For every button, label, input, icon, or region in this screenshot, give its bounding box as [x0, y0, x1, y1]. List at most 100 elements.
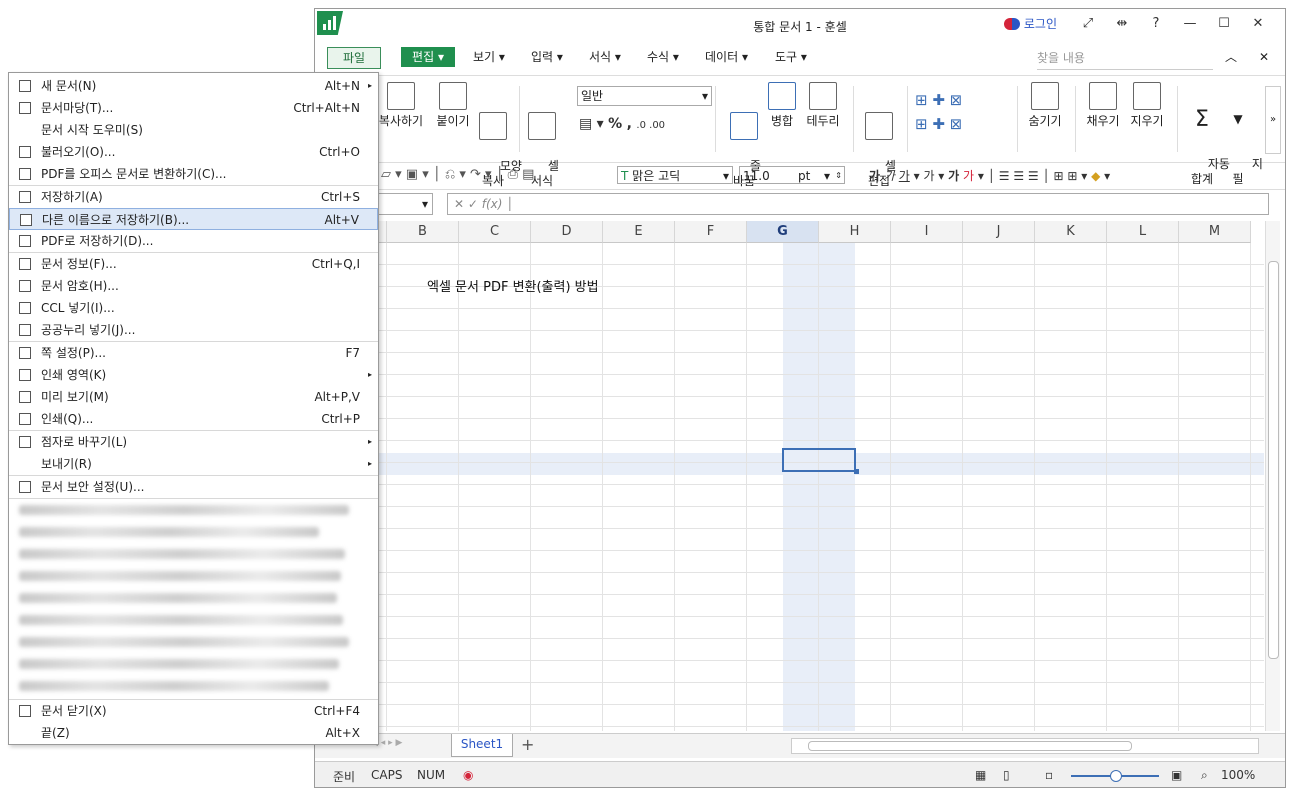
horizontal-scroll-thumb[interactable]	[808, 741, 1132, 751]
ribbon-expand-icon[interactable]: »	[1265, 86, 1281, 154]
resize-arrows-icon[interactable]: ⇹	[1105, 16, 1139, 31]
menu-close-icon[interactable]: ✕	[1259, 47, 1269, 67]
menu-item[interactable]: 문서 암호(H)...	[9, 275, 378, 297]
menu-item[interactable]: 인쇄(Q)... Ctrl+P	[9, 408, 378, 430]
menu-item[interactable]: PDF를 오피스 문서로 변환하기(C)...	[9, 163, 378, 185]
column-header-i[interactable]: I	[891, 221, 963, 243]
recent-file-blurred[interactable]	[19, 593, 337, 603]
border-button[interactable]: 테두리	[801, 82, 845, 129]
column-header-h[interactable]: H	[819, 221, 891, 243]
menu-item[interactable]: 문서 닫기(X) Ctrl+F4	[9, 700, 378, 722]
column-header-m[interactable]: M	[1179, 221, 1251, 243]
close-button[interactable]: ✕	[1241, 16, 1275, 31]
recent-file-blurred[interactable]	[19, 571, 341, 581]
menu-item[interactable]: 쪽 설정(P)... F7	[9, 342, 378, 364]
search-input[interactable]: 찾을 내용	[1037, 47, 1213, 70]
hide-button[interactable]: 숨기기	[1025, 82, 1065, 129]
add-sheet-button[interactable]: +	[521, 735, 534, 754]
normal-view-icon[interactable]: ▦	[975, 768, 986, 782]
menu-item[interactable]: 문서 정보(F)... Ctrl+Q,I	[9, 253, 378, 275]
title-bar: 통합 문서 1 - 훈셀 로그인 ⤢ ⇹ ? — ☐ ✕	[315, 9, 1285, 41]
cell-b3[interactable]: 엑셀 문서 PDF 변환(출력) 방법	[427, 276, 599, 295]
ribbon-collapse-icon[interactable]: ︿	[1225, 47, 1237, 67]
recent-file-blurred[interactable]	[19, 659, 339, 669]
tab-file[interactable]: 파일	[327, 47, 381, 69]
column-header-b[interactable]: B	[387, 221, 459, 243]
menu-item[interactable]: 끝(Z) Alt+X	[9, 722, 378, 744]
recent-file-blurred[interactable]	[19, 505, 349, 515]
column-header-f[interactable]: F	[675, 221, 747, 243]
fill-button[interactable]: 채우기	[1083, 82, 1123, 129]
font-name-select[interactable]: T 맑은 고딕 ▾	[617, 166, 733, 184]
column-header-d[interactable]: D	[531, 221, 603, 243]
menu-item[interactable]: 문서 시작 도우미(S)	[9, 119, 378, 141]
menu-item[interactable]: 불러오기(O)... Ctrl+O	[9, 141, 378, 163]
menu-item[interactable]: 점자로 바꾸기(L) ▸	[9, 431, 378, 453]
tab-formula-label: 수식	[647, 50, 670, 64]
active-cell[interactable]	[782, 448, 856, 472]
formula-input[interactable]: ✕ ✓ f(x) │	[447, 193, 1269, 215]
column-header-j[interactable]: J	[963, 221, 1035, 243]
page-setup-icon	[19, 347, 31, 359]
tab-data[interactable]: 데이터 ▾	[705, 47, 748, 67]
column-header-g[interactable]: G	[747, 221, 819, 243]
tab-tools[interactable]: 도구 ▾	[775, 47, 807, 67]
column-header-c[interactable]: C	[459, 221, 531, 243]
menu-item[interactable]: 공공누리 넣기(J)...	[9, 319, 378, 341]
menu-item[interactable]: 다른 이름으로 저장하기(B)... Alt+V	[9, 208, 378, 230]
recent-file-blurred[interactable]	[19, 681, 329, 691]
tab-insert[interactable]: 입력 ▾	[531, 47, 563, 67]
vertical-scroll-thumb[interactable]	[1268, 261, 1279, 659]
fullscreen-icon[interactable]: ⤢	[1071, 16, 1105, 31]
recent-file-blurred[interactable]	[19, 527, 319, 537]
menu-item[interactable]: 문서 보안 설정(U)...	[9, 476, 378, 498]
clear-button[interactable]: 지우기	[1127, 82, 1167, 129]
fill-handle[interactable]	[854, 469, 859, 474]
insert-delete-tools[interactable]: ⊞ ✚ ⊠ ⊞ ✚ ⊠	[915, 88, 1009, 148]
menu-item[interactable]: 미리 보기(M) Alt+P,V	[9, 386, 378, 408]
minimize-button[interactable]: —	[1173, 16, 1207, 31]
menu-item[interactable]: 인쇄 영역(K) ▸	[9, 364, 378, 386]
vertical-scrollbar[interactable]	[1265, 221, 1280, 731]
tab-format[interactable]: 서식 ▾	[589, 47, 621, 67]
column-header-e[interactable]: E	[603, 221, 675, 243]
zoom-level[interactable]: 100%	[1221, 768, 1255, 782]
sheet-tab-sheet1[interactable]: Sheet1	[451, 734, 513, 757]
quick-access-tools[interactable]: ▱ ▾ ▣ ▾ │ ⎌ ▾ ↷ ▾ │ ⎙ ▤	[381, 167, 534, 182]
merge-button[interactable]: 병합	[765, 82, 799, 129]
magnifier-icon[interactable]: ⌕	[1201, 768, 1208, 783]
recent-file-blurred[interactable]	[19, 549, 345, 559]
maximize-button[interactable]: ☐	[1207, 16, 1241, 31]
horizontal-scrollbar[interactable]	[791, 738, 1259, 754]
recent-file-blurred[interactable]	[19, 637, 349, 647]
menu-item[interactable]: 새 문서(N) Alt+N ▸	[9, 75, 378, 97]
menu-item[interactable]: 저장하기(A) Ctrl+S	[9, 186, 378, 208]
paste-button[interactable]: 붙이기	[433, 82, 473, 129]
ribbon-separator	[715, 86, 716, 152]
text-style-tools[interactable]: 가 가 가 ▾ 가 ▾ 가 가 ▾ │ ☰ ☰ ☰ │ ⊞ ⊞ ▾ ◆ ▾	[869, 167, 1110, 184]
help-button[interactable]: ?	[1139, 16, 1173, 31]
zoom-out-icon[interactable]: ▫	[1045, 768, 1053, 782]
recent-file-blurred[interactable]	[19, 615, 343, 625]
font-size-select[interactable]: 11.0 pt ▾ ⇕	[739, 166, 845, 184]
login-button[interactable]: 로그인	[1003, 15, 1057, 32]
tab-edit[interactable]: 편집 ▾	[401, 47, 455, 67]
menu-item[interactable]: CCL 넣기(I)...	[9, 297, 378, 319]
zoom-slider-handle[interactable]	[1110, 770, 1122, 782]
record-macro-icon[interactable]: ◉	[463, 768, 473, 782]
number-format-tools[interactable]: ▤ ▾ % , .0 .00	[579, 116, 665, 132]
number-format-select[interactable]: 일반 ▾	[577, 86, 712, 106]
page-view-icon[interactable]: ▯	[1003, 768, 1010, 782]
spreadsheet-grid[interactable]: ABCDEFGHIJKLM 엑셀 문서 PDF 변환(출력) 방법	[315, 221, 1264, 731]
selected-column-highlight	[783, 243, 855, 731]
zoom-in-icon[interactable]: ▣	[1171, 768, 1182, 782]
copy-button[interactable]: 복사하기	[377, 82, 425, 129]
column-header-l[interactable]: L	[1107, 221, 1179, 243]
tab-view[interactable]: 보기 ▾	[473, 47, 505, 67]
tab-formula[interactable]: 수식 ▾	[647, 47, 679, 67]
menu-item[interactable]: PDF로 저장하기(D)...	[9, 230, 378, 252]
column-header-k[interactable]: K	[1035, 221, 1107, 243]
menu-item[interactable]: 문서마당(T)... Ctrl+Alt+N	[9, 97, 378, 119]
grid-row-line	[315, 550, 1264, 551]
menu-item[interactable]: 보내기(R) ▸	[9, 453, 378, 475]
